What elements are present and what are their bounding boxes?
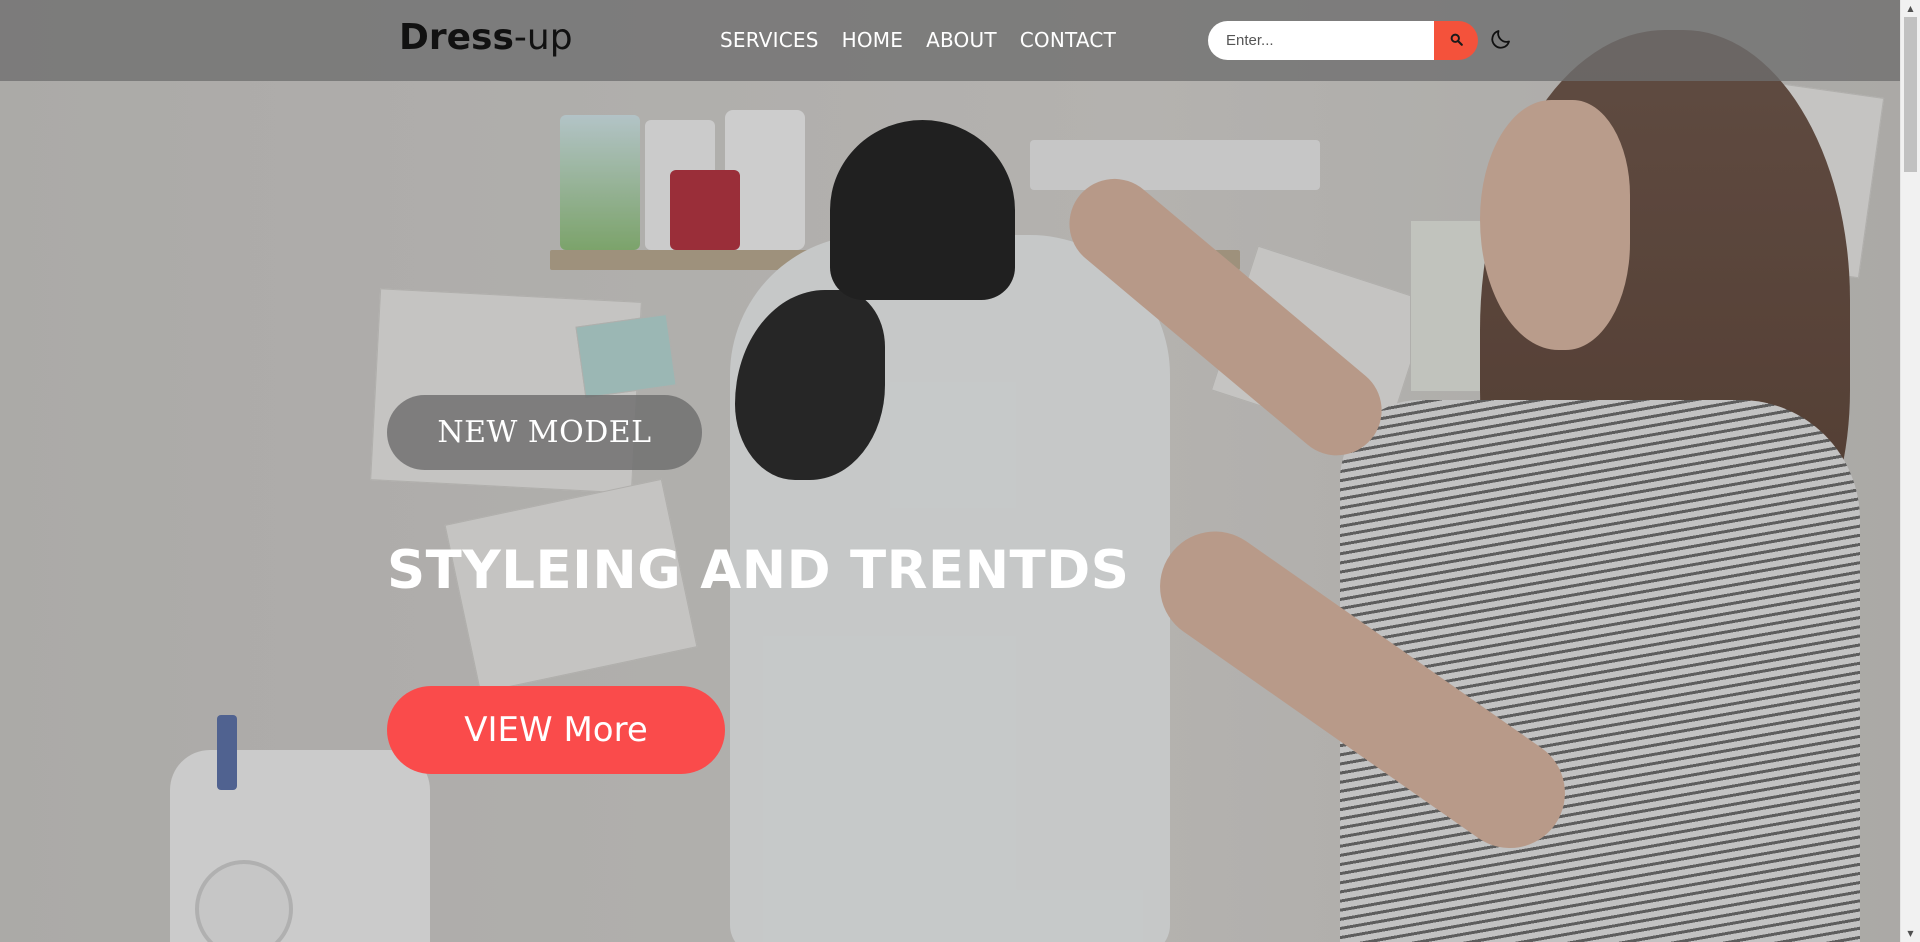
brand-logo-light: -up bbox=[513, 17, 573, 58]
scrollbar-thumb[interactable] bbox=[1904, 17, 1917, 172]
search-icon bbox=[1450, 33, 1463, 49]
nav-link-services[interactable]: SERVICES bbox=[720, 26, 819, 54]
scroll-up-arrow-icon[interactable]: ▲ bbox=[1901, 0, 1920, 17]
nav-link-home[interactable]: HOME bbox=[842, 26, 903, 54]
brand-logo[interactable]: Dress-up bbox=[399, 14, 573, 62]
new-model-badge: NEW MODEL bbox=[387, 395, 702, 470]
navbar: Dress-up SERVICES HOME ABOUT CONTACT bbox=[0, 0, 1900, 81]
nav-link-about[interactable]: ABOUT bbox=[926, 26, 997, 54]
nav-link-contact[interactable]: CONTACT bbox=[1020, 26, 1116, 54]
brand-logo-bold: Dress bbox=[399, 17, 514, 58]
hero-overlay bbox=[0, 0, 1900, 942]
hero-background-image bbox=[0, 0, 1900, 942]
view-more-button[interactable]: VIEW More bbox=[387, 686, 725, 774]
hero-headline: STYLEING AND TRENTDS bbox=[387, 540, 1130, 601]
theme-toggle-button[interactable] bbox=[1488, 28, 1514, 54]
moon-icon bbox=[1489, 27, 1513, 55]
search-input[interactable] bbox=[1208, 21, 1434, 60]
nav-links: SERVICES HOME ABOUT CONTACT bbox=[720, 26, 1116, 54]
page-viewport: Dress-up SERVICES HOME ABOUT CONTACT Ent… bbox=[0, 0, 1900, 942]
search-button[interactable] bbox=[1434, 21, 1478, 60]
search-form bbox=[1208, 21, 1478, 60]
page-scrollbar[interactable]: ▲ ▼ bbox=[1900, 0, 1920, 942]
scroll-down-arrow-icon[interactable]: ▼ bbox=[1901, 925, 1920, 942]
